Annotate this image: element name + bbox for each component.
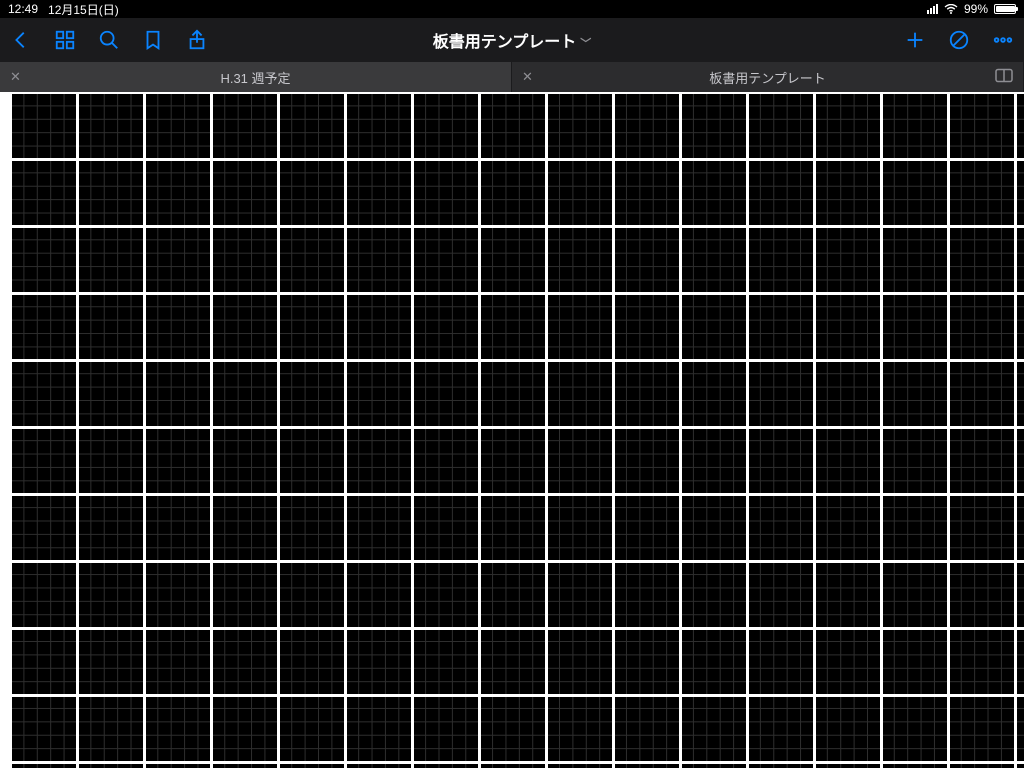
split-view-icon[interactable] [995, 69, 1013, 86]
status-left: 12:49 12月15日(日) [8, 1, 119, 18]
grid-major [10, 92, 1024, 768]
tab-label: H.31 週予定 [220, 68, 290, 87]
battery-icon [994, 4, 1016, 14]
date: 12月15日(日) [48, 1, 119, 18]
tab-bar: ✕ H.31 週予定 ✕ 板書用テンプレート [0, 62, 1024, 92]
bookmark-button[interactable] [142, 29, 164, 51]
tab-1[interactable]: ✕ 板書用テンプレート [512, 62, 1024, 92]
cellular-icon [927, 4, 938, 14]
status-right: 99% [927, 2, 1016, 16]
document-title-text: 板書用テンプレート [433, 34, 577, 51]
clock: 12:49 [8, 2, 38, 16]
share-button[interactable] [186, 29, 208, 51]
close-icon[interactable]: ✕ [522, 69, 533, 85]
page-left-margin [0, 92, 10, 768]
chevron-down-icon: ﹀ [580, 38, 591, 50]
document-canvas[interactable] [0, 92, 1024, 768]
back-button[interactable] [10, 29, 32, 51]
toolbar: 板書用テンプレート﹀ [0, 18, 1024, 62]
grid-view-button[interactable] [54, 29, 76, 51]
add-button[interactable] [904, 29, 926, 51]
battery-percent: 99% [964, 2, 988, 16]
eraser-button[interactable] [948, 29, 970, 51]
close-icon[interactable]: ✕ [10, 69, 21, 85]
more-button[interactable] [992, 29, 1014, 51]
page[interactable] [10, 92, 1024, 768]
status-bar: 12:49 12月15日(日) 99% [0, 0, 1024, 18]
wifi-icon [944, 4, 958, 14]
search-button[interactable] [98, 29, 120, 51]
tab-label: 板書用テンプレート [709, 68, 826, 87]
tab-0[interactable]: ✕ H.31 週予定 [0, 62, 512, 92]
